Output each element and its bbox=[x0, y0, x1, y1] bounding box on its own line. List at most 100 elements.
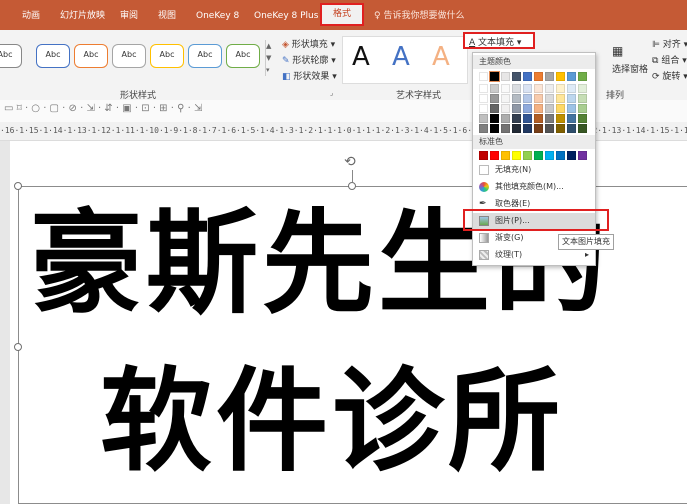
theme-color-swatch[interactable] bbox=[578, 84, 587, 93]
wordart-style-blue[interactable]: A bbox=[392, 42, 410, 72]
theme-color-swatch[interactable] bbox=[545, 72, 554, 81]
theme-color-swatch[interactable] bbox=[501, 72, 510, 81]
theme-color-swatch[interactable] bbox=[534, 94, 543, 103]
shape-style-1[interactable]: Abc bbox=[0, 44, 22, 68]
selection-pane-button[interactable]: 选择窗格 bbox=[612, 62, 648, 75]
theme-color-swatch[interactable] bbox=[501, 124, 510, 133]
slide-title-line-2[interactable]: 软件诊所 bbox=[100, 352, 564, 492]
wordart-style-orange[interactable]: A bbox=[432, 42, 450, 72]
theme-color-swatch[interactable] bbox=[501, 84, 510, 93]
tab-slideshow[interactable]: 幻灯片放映 bbox=[60, 8, 105, 24]
theme-color-swatch[interactable] bbox=[512, 114, 521, 123]
theme-color-swatch[interactable] bbox=[479, 84, 488, 93]
standard-color-swatch[interactable] bbox=[556, 151, 565, 160]
shape-effects-button[interactable]: ◧ 形状效果 ▾ bbox=[282, 69, 337, 82]
theme-color-swatch[interactable] bbox=[523, 72, 532, 81]
dialog-launcher-icon[interactable]: ⌟ bbox=[330, 89, 333, 97]
tab-review[interactable]: 审阅 bbox=[120, 8, 138, 24]
theme-color-swatch[interactable] bbox=[523, 124, 532, 133]
theme-color-swatch[interactable] bbox=[545, 124, 554, 133]
theme-color-swatch[interactable] bbox=[489, 71, 500, 82]
shape-style-5[interactable]: Abc bbox=[150, 44, 184, 68]
standard-color-swatch[interactable] bbox=[567, 151, 576, 160]
theme-color-swatch[interactable] bbox=[490, 94, 499, 103]
theme-color-swatch[interactable] bbox=[567, 94, 576, 103]
toolbar-icons[interactable]: ▭ ⌑ · ○ · ▢ · ⊘ · ⇲ · ⇵ · ▣ · ⊡ · ⊞ · ⚲ … bbox=[4, 103, 202, 114]
theme-color-swatch[interactable] bbox=[512, 124, 521, 133]
rotate-button[interactable]: ⟳ 旋转 ▾ bbox=[652, 69, 687, 82]
theme-color-swatch[interactable] bbox=[501, 104, 510, 113]
shape-fill-button[interactable]: ◈ 形状填充 ▾ bbox=[282, 37, 335, 50]
theme-color-swatch[interactable] bbox=[512, 84, 521, 93]
align-button[interactable]: ⊫ 对齐 ▾ bbox=[652, 37, 687, 50]
theme-color-swatch[interactable] bbox=[578, 72, 587, 81]
theme-color-swatch[interactable] bbox=[556, 84, 565, 93]
resize-handle-top[interactable] bbox=[348, 182, 356, 190]
standard-color-swatch[interactable] bbox=[501, 151, 510, 160]
theme-color-swatch[interactable] bbox=[501, 94, 510, 103]
theme-color-swatch[interactable] bbox=[479, 104, 488, 113]
theme-color-swatch[interactable] bbox=[523, 104, 532, 113]
theme-color-swatch[interactable] bbox=[523, 84, 532, 93]
resize-handle-left[interactable] bbox=[14, 343, 22, 351]
tab-format[interactable]: 格式 bbox=[320, 3, 364, 26]
theme-color-swatch[interactable] bbox=[534, 104, 543, 113]
theme-color-swatch[interactable] bbox=[512, 94, 521, 103]
theme-color-swatch[interactable] bbox=[556, 72, 565, 81]
theme-color-swatch[interactable] bbox=[578, 114, 587, 123]
theme-color-swatch[interactable] bbox=[556, 114, 565, 123]
tab-animation[interactable]: 动画 bbox=[22, 8, 40, 24]
shape-style-2[interactable]: Abc bbox=[36, 44, 70, 68]
theme-color-swatch[interactable] bbox=[490, 124, 499, 133]
theme-color-swatch[interactable] bbox=[534, 72, 543, 81]
theme-color-swatch[interactable] bbox=[545, 104, 554, 113]
theme-color-swatch[interactable] bbox=[490, 84, 499, 93]
theme-color-swatch[interactable] bbox=[556, 104, 565, 113]
theme-color-swatch[interactable] bbox=[578, 104, 587, 113]
tab-view[interactable]: 视图 bbox=[158, 8, 176, 24]
standard-color-swatch[interactable] bbox=[479, 151, 488, 160]
theme-color-swatch[interactable] bbox=[567, 114, 576, 123]
no-fill-item[interactable]: 无填充(N) bbox=[473, 162, 595, 178]
theme-color-swatch[interactable] bbox=[556, 124, 565, 133]
theme-color-swatch[interactable] bbox=[479, 124, 488, 133]
theme-color-swatch[interactable] bbox=[512, 104, 521, 113]
shape-style-4[interactable]: Abc bbox=[112, 44, 146, 68]
theme-color-swatch[interactable] bbox=[578, 124, 587, 133]
theme-color-swatch[interactable] bbox=[512, 72, 521, 81]
theme-color-swatch[interactable] bbox=[479, 114, 488, 123]
theme-color-swatch[interactable] bbox=[490, 104, 499, 113]
theme-color-swatch[interactable] bbox=[567, 72, 576, 81]
tab-onekey8plus[interactable]: OneKey 8 Plus bbox=[254, 8, 318, 24]
standard-color-swatch[interactable] bbox=[534, 151, 543, 160]
theme-color-swatch[interactable] bbox=[479, 94, 488, 103]
standard-color-swatch[interactable] bbox=[490, 151, 499, 160]
theme-color-swatch[interactable] bbox=[545, 114, 554, 123]
rotate-handle-icon[interactable]: ⟲ bbox=[344, 154, 356, 170]
theme-color-swatch[interactable] bbox=[567, 124, 576, 133]
shape-style-3[interactable]: Abc bbox=[74, 44, 108, 68]
standard-color-swatch[interactable] bbox=[512, 151, 521, 160]
theme-color-swatch[interactable] bbox=[501, 114, 510, 123]
theme-color-swatch[interactable] bbox=[567, 104, 576, 113]
text-fill-button[interactable]: A 文本填充 ▾ bbox=[463, 32, 535, 49]
theme-color-swatch[interactable] bbox=[523, 114, 532, 123]
shape-style-6[interactable]: Abc bbox=[188, 44, 222, 68]
theme-color-swatch[interactable] bbox=[578, 94, 587, 103]
theme-color-swatch[interactable] bbox=[534, 114, 543, 123]
shape-outline-button[interactable]: ✎ 形状轮廓 ▾ bbox=[282, 53, 336, 66]
theme-color-swatch[interactable] bbox=[567, 84, 576, 93]
wordart-style-black[interactable]: A bbox=[352, 42, 370, 72]
group-button[interactable]: ⧉ 组合 ▾ bbox=[652, 53, 687, 66]
theme-color-swatch[interactable] bbox=[479, 72, 488, 81]
more-colors-item[interactable]: 其他填充颜色(M)... bbox=[473, 179, 595, 195]
shape-style-7[interactable]: Abc bbox=[226, 44, 260, 68]
theme-color-swatch[interactable] bbox=[523, 94, 532, 103]
selection-pane-icon[interactable]: ▦ bbox=[612, 44, 623, 58]
theme-color-swatch[interactable] bbox=[490, 114, 499, 123]
gallery-scroll[interactable]: ▲ ▼ ▾ bbox=[265, 40, 274, 76]
standard-color-swatch[interactable] bbox=[545, 151, 554, 160]
theme-color-swatch[interactable] bbox=[534, 124, 543, 133]
standard-color-swatch[interactable] bbox=[578, 151, 587, 160]
tab-onekey8[interactable]: OneKey 8 bbox=[196, 8, 239, 24]
